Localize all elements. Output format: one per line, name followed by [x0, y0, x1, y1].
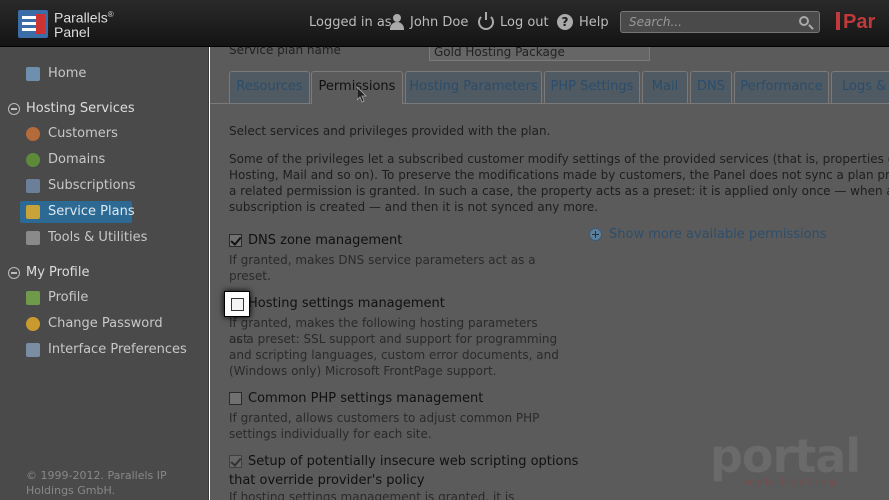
hosting-settings-checkbox[interactable] — [231, 298, 244, 311]
dns-zone-label[interactable]: DNS zone management — [248, 233, 402, 249]
common-php-desc-2: settings individually for each site. — [229, 427, 432, 441]
hosting-settings-checkbox-highlight — [224, 291, 250, 317]
copyright: © 1999-2012. Parallels IP Holdings GmbH. — [26, 469, 167, 497]
domains-icon — [26, 153, 40, 167]
sidebar: Home Hosting Services Customers Domains … — [0, 47, 209, 500]
logged-in-label: Logged in as — [309, 15, 392, 30]
parallels-logo-icon[interactable] — [18, 10, 48, 38]
sidebar-item-change-password[interactable]: Change Password — [20, 313, 163, 335]
insecure-scripting-desc-1: If hosting settings management is grante… — [229, 490, 515, 500]
help-icon: ? — [557, 14, 573, 30]
collapse-icon — [8, 267, 20, 279]
plan-name-field[interactable]: Gold Hosting Package — [429, 47, 650, 61]
tab-mail[interactable]: Mail — [642, 71, 688, 103]
plan-name-label: Service plan name — [229, 47, 341, 57]
search-input[interactable] — [629, 14, 789, 30]
portal-watermark-logo: portal — [710, 429, 861, 483]
common-php-checkbox[interactable] — [229, 392, 242, 405]
hosting-settings-desc-4: (Windows only) Microsoft FrontPage suppo… — [229, 364, 497, 378]
sidebar-item-service-plans[interactable]: Service Plans — [20, 201, 135, 223]
tab-performance[interactable]: Performance — [734, 71, 829, 103]
tab-php-settings[interactable]: PHP Settings — [544, 71, 640, 103]
insecure-scripting-label-2: that override provider's policy — [229, 473, 425, 488]
profile-icon — [26, 291, 40, 305]
collapse-icon — [8, 103, 20, 115]
dns-zone-desc-1: If granted, makes DNS service parameters… — [229, 253, 536, 267]
power-icon — [478, 12, 494, 30]
home-icon — [26, 67, 40, 81]
portal-watermark-subtitle: web hosting — [745, 477, 839, 488]
insecure-scripting-checkbox[interactable] — [229, 455, 242, 468]
sidebar-item-subscriptions[interactable]: Subscriptions — [20, 175, 136, 197]
hosting-settings-desc-2: as a preset: SSL support and support for… — [229, 332, 558, 346]
note-line-2: Hosting, Mail and so on). To preserve th… — [229, 168, 889, 182]
dns-zone-desc-2: preset. — [229, 269, 271, 283]
tools-icon — [26, 231, 40, 245]
note-line-1: Some of the privileges let a subscribed … — [229, 152, 889, 166]
mouse-cursor-icon — [357, 87, 367, 103]
service-plans-icon — [26, 205, 40, 219]
user-name-link[interactable]: John Doe — [410, 15, 468, 31]
insecure-scripting-label-1[interactable]: Setup of potentially insecure web script… — [248, 454, 578, 470]
tab-resources[interactable]: Resources — [229, 71, 310, 103]
top-bar: Parallels® Panel Logged in as John Doe L… — [0, 0, 889, 47]
intro-text: Select services and privileges provided … — [229, 124, 551, 138]
search-box — [620, 11, 820, 33]
sidebar-item-profile[interactable]: Profile — [20, 287, 132, 309]
search-icon[interactable] — [799, 16, 809, 26]
show-more-permissions-link[interactable]: Show more available permissions — [609, 227, 827, 243]
key-icon — [26, 317, 40, 331]
section-hosting-services[interactable]: Hosting Services — [8, 98, 198, 120]
logout-link[interactable]: Log out — [500, 15, 549, 31]
tab-logs[interactable]: Logs & S — [831, 71, 889, 103]
sidebar-item-tools[interactable]: Tools & Utilities — [20, 227, 150, 249]
sidebar-item-domains[interactable]: Domains — [20, 149, 132, 171]
dns-zone-checkbox[interactable] — [229, 234, 242, 247]
common-php-desc-1: If granted, allows customers to adjust c… — [229, 411, 540, 425]
sidebar-item-interface-preferences[interactable]: Interface Preferences — [20, 339, 190, 361]
sidebar-item-home[interactable]: Home — [20, 63, 200, 85]
brand-logo: Par — [836, 10, 875, 34]
hosting-settings-desc-3: and scripting languages, custom error do… — [229, 348, 559, 362]
expand-plus-icon[interactable] — [589, 228, 602, 241]
product-name: Parallels® Panel — [54, 9, 114, 40]
user-icon — [389, 14, 405, 30]
hosting-settings-label[interactable]: Hosting settings management — [248, 296, 445, 312]
subscriptions-icon — [26, 179, 40, 193]
customers-icon — [26, 127, 40, 141]
sidebar-item-customers[interactable]: Customers — [20, 123, 132, 145]
help-link[interactable]: Help — [579, 15, 609, 31]
preferences-icon — [26, 343, 40, 357]
note-line-4: subscription is created — and then it is… — [229, 200, 599, 214]
tab-dns[interactable]: DNS — [690, 71, 732, 103]
section-my-profile[interactable]: My Profile — [8, 262, 198, 284]
common-php-label[interactable]: Common PHP settings management — [248, 391, 483, 407]
note-line-3: a related permission is granted. In such… — [229, 184, 889, 198]
tab-hosting-parameters[interactable]: Hosting Parameters — [405, 71, 542, 103]
